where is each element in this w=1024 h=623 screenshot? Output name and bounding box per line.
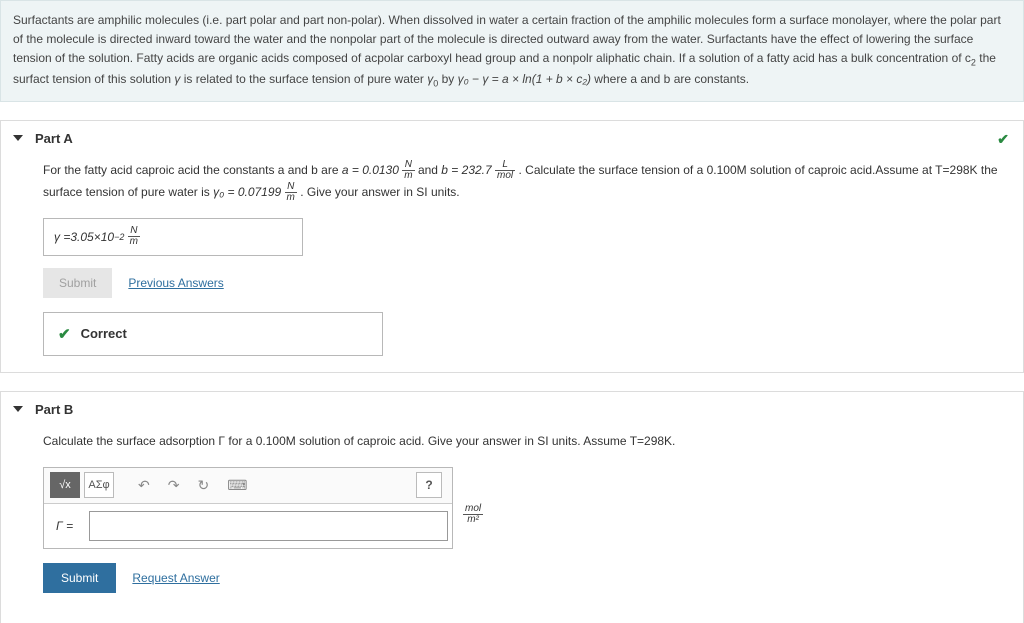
keyboard-icon[interactable]: ⌨ — [227, 477, 247, 494]
correct-feedback: ✔ Correct — [43, 312, 383, 356]
answer-input-box: √x ΑΣφ ↶ ↷ ↻ ⌨ ? Γ = — [43, 467, 453, 549]
undo-icon[interactable]: ↶ — [138, 477, 150, 494]
answer-input[interactable] — [89, 511, 448, 541]
part-a-header[interactable]: Part A ✔ — [1, 121, 1023, 156]
symbols-button[interactable]: ΑΣφ — [84, 472, 114, 498]
equation-toolbar: √x ΑΣφ ↶ ↷ ↻ ⌨ ? — [44, 468, 452, 504]
caret-down-icon — [13, 406, 23, 412]
templates-button[interactable]: √x — [50, 472, 80, 498]
equation: γ₀ − γ = a × ln(1 + b × c₂) — [458, 72, 591, 86]
gamma-label: Γ = — [44, 519, 85, 533]
answer-unit: molm² — [463, 504, 483, 526]
problem-intro: Surfactants are amphilic molecules (i.e.… — [0, 0, 1024, 102]
help-button[interactable]: ? — [416, 472, 442, 498]
caret-down-icon — [13, 135, 23, 141]
intro-text: Surfactants are amphilic molecules (i.e.… — [13, 13, 1001, 65]
check-icon: ✔ — [997, 131, 1009, 148]
part-a-answer: γ = 3.05×10−2 Nm — [43, 218, 303, 256]
part-b-question: Calculate the surface adsorption Γ for a… — [43, 431, 1007, 453]
part-b-header[interactable]: Part B — [1, 392, 1023, 427]
submit-button[interactable]: Submit — [43, 563, 116, 593]
request-answer-link[interactable]: Request Answer — [132, 571, 219, 585]
previous-answers-link[interactable]: Previous Answers — [128, 276, 223, 290]
part-a-question: For the fatty acid caproic acid the cons… — [43, 160, 1007, 204]
part-b: Part B Calculate the surface adsorption … — [0, 391, 1024, 623]
part-a-title: Part A — [35, 131, 73, 146]
check-icon: ✔ — [58, 325, 71, 343]
part-b-title: Part B — [35, 402, 73, 417]
redo-icon[interactable]: ↷ — [168, 477, 180, 494]
part-a: Part A ✔ For the fatty acid caproic acid… — [0, 120, 1024, 373]
reset-icon[interactable]: ↻ — [197, 477, 209, 494]
submit-button-disabled: Submit — [43, 268, 112, 298]
